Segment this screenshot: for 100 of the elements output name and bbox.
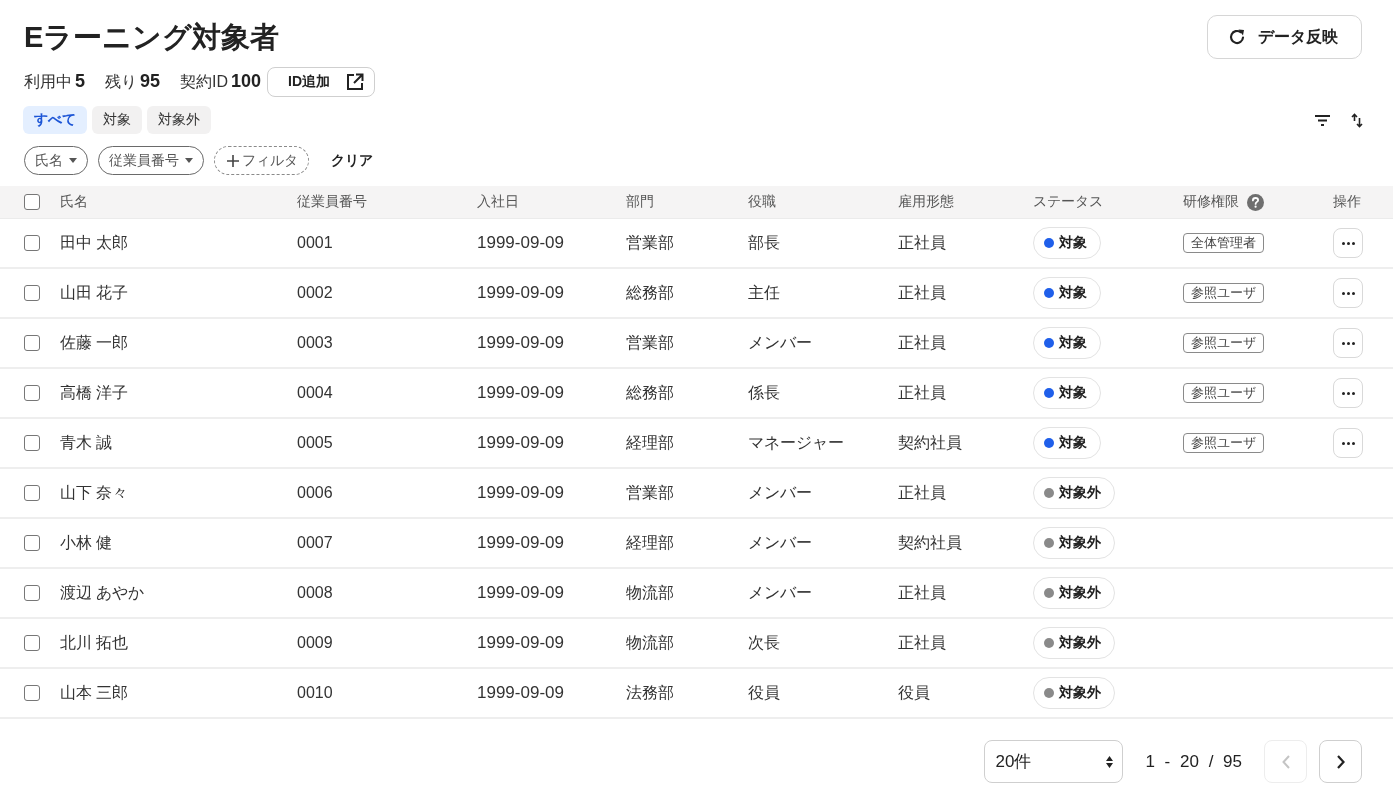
column-header: 雇用形態	[898, 193, 954, 211]
table-cell: 山本 三郎	[60, 683, 129, 701]
table-cell: 契約社員	[898, 433, 962, 451]
table-cell: 営業部	[626, 483, 674, 501]
add-id-button[interactable]: ID追加	[267, 66, 376, 97]
column-header: 研修権限	[1183, 193, 1239, 211]
chevron-right-icon	[1336, 754, 1345, 769]
caret-icon	[185, 158, 193, 163]
table-cell: 物流部	[626, 583, 674, 601]
more-icon	[1341, 391, 1355, 395]
table-cell: 1999-09-09	[477, 383, 564, 402]
table-cell: 主任	[748, 283, 780, 301]
table-cell: 正社員	[898, 383, 946, 401]
row-checkbox[interactable]	[24, 335, 40, 351]
table-cell: 1999-09-09	[477, 283, 564, 302]
row-menu-button[interactable]	[1333, 378, 1363, 408]
table-cell: 田中 太郎	[60, 233, 129, 251]
table-cell: 0003	[297, 334, 333, 351]
table-cell: 0006	[297, 484, 333, 501]
row-checkbox[interactable]	[24, 435, 40, 451]
row-checkbox[interactable]	[24, 285, 40, 301]
table-cell: 1999-09-09	[477, 333, 564, 352]
permission-tag: 参照ユーザ	[1183, 433, 1264, 453]
stat-label: 残り	[105, 71, 137, 92]
table-cell: 総務部	[626, 383, 674, 401]
row-checkbox[interactable]	[24, 385, 40, 401]
table-cell: 次長	[748, 633, 780, 651]
row-menu-button[interactable]	[1333, 278, 1363, 308]
page-size-select[interactable]: 20件	[984, 740, 1124, 783]
table-cell: 営業部	[626, 233, 674, 251]
table-cell: 青木 誠	[60, 433, 113, 451]
table-cell: メンバー	[748, 533, 812, 551]
filter-tab[interactable]: すべて	[23, 106, 87, 134]
table-cell: 係長	[748, 383, 780, 401]
table-cell: 1999-09-09	[477, 433, 564, 452]
filter-tab[interactable]: 対象外	[147, 106, 211, 134]
table-cell: 物流部	[626, 633, 674, 651]
row-checkbox[interactable]	[24, 585, 40, 601]
table-cell: 正社員	[898, 333, 946, 351]
column-header: 役職	[748, 193, 776, 211]
table-cell: 1999-09-09	[477, 483, 564, 502]
table-cell: 山田 花子	[60, 283, 129, 301]
updown-caret-icon	[1106, 755, 1114, 768]
stat-value: 100	[231, 70, 262, 92]
table-cell: 正社員	[898, 583, 946, 601]
table-cell: 1999-09-09	[477, 683, 564, 702]
filter-tab[interactable]: 対象	[92, 106, 142, 134]
table-cell: 契約社員	[898, 533, 962, 551]
column-header: 操作	[1333, 193, 1361, 211]
table-cell: 0010	[297, 684, 333, 701]
table-cell: 0009	[297, 634, 333, 651]
row-checkbox[interactable]	[24, 635, 40, 651]
row-menu-button[interactable]	[1333, 428, 1363, 458]
table-cell: 役員	[748, 683, 780, 701]
table-cell: 正社員	[898, 283, 946, 301]
table-cell: 0008	[297, 584, 333, 601]
filter-chip[interactable]: 氏名	[24, 146, 88, 175]
page-title: Eラーニング対象者	[24, 20, 280, 55]
table-cell: 渡辺 あやか	[60, 583, 145, 601]
table-cell: 北川 拓也	[60, 633, 129, 651]
row-checkbox[interactable]	[24, 235, 40, 251]
table-cell: 正社員	[898, 633, 946, 651]
table-cell: 法務部	[626, 683, 674, 701]
add-filter-button[interactable]: フィルタ	[214, 146, 309, 175]
table-cell: 0005	[297, 434, 333, 451]
row-checkbox[interactable]	[24, 485, 40, 501]
caret-icon	[69, 158, 77, 163]
column-header: 部門	[626, 193, 654, 211]
more-icon	[1341, 441, 1355, 445]
chevron-left-icon	[1281, 754, 1290, 769]
select-all-checkbox[interactable]	[24, 194, 40, 210]
row-menu-button[interactable]	[1333, 228, 1363, 258]
filter-icon[interactable]	[1315, 114, 1330, 126]
page-range: 1 - 20 / 95	[1145, 751, 1242, 772]
more-icon	[1341, 291, 1355, 295]
table-cell: メンバー	[748, 583, 812, 601]
table-cell: 営業部	[626, 333, 674, 351]
refresh-button[interactable]: データ反映	[1207, 15, 1362, 59]
table-cell: 経理部	[626, 533, 674, 551]
permission-tag: 参照ユーザ	[1183, 383, 1264, 403]
sort-icon[interactable]	[1351, 112, 1363, 128]
permission-tag: 参照ユーザ	[1183, 283, 1264, 303]
table-cell: 総務部	[626, 283, 674, 301]
row-menu-button[interactable]	[1333, 328, 1363, 358]
table-cell: 部長	[748, 233, 780, 251]
row-checkbox[interactable]	[24, 535, 40, 551]
column-header: 氏名	[60, 193, 88, 211]
table-cell: 正社員	[898, 483, 946, 501]
table-cell: メンバー	[748, 333, 812, 351]
clear-button[interactable]: クリア	[331, 151, 373, 170]
table-cell: 1999-09-09	[477, 583, 564, 602]
table-cell: 高橋 洋子	[60, 383, 129, 401]
next-page-button[interactable]	[1319, 740, 1362, 783]
column-header: 従業員番号	[297, 193, 367, 211]
table-cell: 0004	[297, 384, 333, 401]
external-link-icon	[346, 72, 365, 91]
table-cell: メンバー	[748, 483, 812, 501]
permission-tag: 参照ユーザ	[1183, 333, 1264, 353]
row-checkbox[interactable]	[24, 685, 40, 701]
filter-chip[interactable]: 従業員番号	[98, 146, 204, 175]
